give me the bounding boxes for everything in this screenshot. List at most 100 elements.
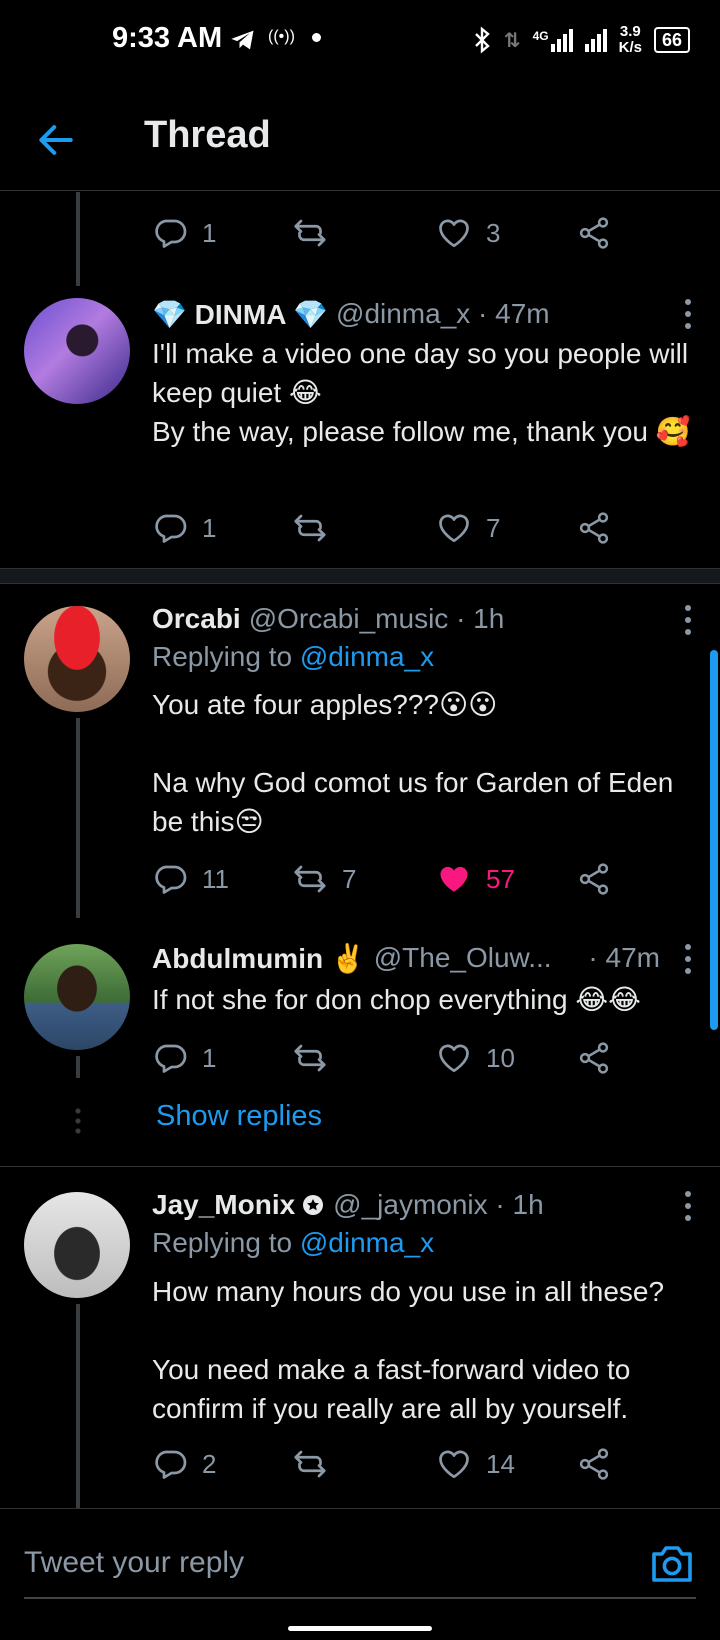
retweet-button[interactable] (292, 1036, 342, 1080)
replying-to-link[interactable]: @dinma_x (300, 1227, 434, 1258)
heart-icon (436, 1446, 472, 1482)
thread-dots (75, 1106, 81, 1134)
share-button[interactable] (576, 1036, 612, 1080)
replying-to: Replying to @dinma_x (152, 1227, 435, 1258)
data-arrows-icon: ⇅ (503, 29, 521, 52)
composer-underline (24, 1597, 696, 1599)
tweet-header: Jay_Monix @_jaymonix · 1h (152, 1185, 700, 1225)
share-icon (576, 861, 612, 897)
like-button[interactable]: 3 (436, 211, 500, 255)
back-arrow-icon[interactable] (34, 118, 78, 162)
avatar[interactable] (24, 606, 130, 712)
telegram-icon (231, 30, 254, 50)
reply-button[interactable]: 2 (152, 1442, 216, 1486)
camera-icon[interactable] (648, 1540, 696, 1588)
reply-icon (152, 510, 188, 546)
signal-icon: 4G (532, 28, 607, 52)
tweet-actions: 1 7 (152, 506, 622, 550)
more-options-icon[interactable] (682, 942, 694, 976)
handle-time: @_jaymonix · 1h (333, 1189, 544, 1220)
scrollbar[interactable] (710, 650, 718, 1030)
display-name[interactable]: 💎 DINMA 💎 (152, 298, 328, 331)
heart-icon (436, 1040, 472, 1076)
retweet-icon (292, 510, 328, 546)
thread-line (76, 718, 80, 918)
retweet-button[interactable] (292, 211, 342, 255)
handle-time: @dinma_x · 47m (336, 298, 550, 329)
retweet-icon (292, 1446, 328, 1482)
section-divider (0, 568, 720, 584)
like-button[interactable]: 10 (436, 1036, 515, 1080)
retweet-button[interactable] (292, 1442, 342, 1486)
like-button[interactable]: 14 (436, 1442, 515, 1486)
tweet-actions: 1 3 (152, 211, 622, 255)
more-options-icon[interactable] (682, 297, 694, 331)
network-type: 4G (532, 28, 549, 43)
reply-button[interactable]: 1 (152, 1036, 216, 1080)
tweet-actions: 1 10 (152, 1036, 622, 1080)
share-button[interactable] (576, 506, 612, 550)
notification-dot-icon (312, 33, 321, 42)
like-button[interactable]: 57 (436, 857, 515, 901)
show-replies-link[interactable]: Show replies (156, 1100, 322, 1133)
tweet-time: · 47m (588, 942, 660, 973)
status-bar: 9:33 AM ((•)) ⇅ 4G 3.9 K/s 66 (0, 0, 720, 80)
avatar[interactable] (24, 1192, 130, 1298)
tweet-actions: 2 14 (152, 1442, 622, 1486)
display-name[interactable]: Jay_Monix (152, 1189, 295, 1221)
reply-composer: Tweet your reply (0, 1510, 720, 1630)
tweet-text: You ate four apples???😮😮 Na why God como… (152, 689, 674, 837)
share-icon (576, 215, 612, 251)
heart-icon (436, 215, 472, 251)
net-speed: 3.9 K/s (618, 23, 642, 56)
retweet-icon (292, 861, 328, 897)
avatar[interactable] (24, 944, 130, 1050)
more-options-icon[interactable] (682, 1189, 694, 1223)
badge-icon (303, 1195, 324, 1215)
share-icon (576, 1040, 612, 1076)
share-button[interactable] (576, 1442, 612, 1486)
display-name[interactable]: Orcabi (152, 603, 241, 635)
retweet-icon (292, 1040, 328, 1076)
heart-icon (436, 510, 472, 546)
replying-to-link[interactable]: @dinma_x (300, 641, 434, 672)
thread-header: Thread (0, 90, 720, 191)
composer-divider (0, 1508, 720, 1509)
thread-line (76, 192, 80, 286)
heart-filled-icon (436, 861, 472, 897)
tweet-text: How many hours do you use in all these? … (152, 1276, 665, 1424)
tweet-header: Abdulmumin ✌️ @The_Oluw... · 47m (152, 938, 660, 978)
avatar[interactable] (24, 298, 130, 404)
share-icon (576, 510, 612, 546)
replying-to: Replying to @dinma_x (152, 641, 435, 672)
thread-line (76, 1304, 80, 1508)
status-right: ⇅ 4G 3.9 K/s 66 (472, 22, 690, 58)
status-time: 9:33 AM (112, 22, 223, 54)
like-button[interactable]: 7 (436, 506, 500, 550)
reply-icon (152, 215, 188, 251)
more-options-icon[interactable] (682, 603, 694, 637)
retweet-button[interactable]: 7 (292, 857, 356, 901)
reply-input[interactable]: Tweet your reply (24, 1546, 244, 1580)
share-button[interactable] (576, 857, 612, 901)
tweet-text: I'll make a video one day so you people … (152, 338, 691, 447)
reply-button[interactable]: 11 (152, 857, 229, 901)
reply-icon (152, 1446, 188, 1482)
handle: @The_Oluw... (373, 942, 552, 973)
home-indicator[interactable] (288, 1626, 432, 1631)
retweet-icon (292, 215, 328, 251)
thread-line (76, 1056, 80, 1078)
page-title: Thread (144, 114, 271, 156)
display-name[interactable]: Abdulmumin ✌️ (152, 942, 366, 975)
tweet-text: If not she for don chop everything 😂😂 (152, 984, 641, 1015)
share-icon (576, 1446, 612, 1482)
handle-time: @Orcabi_music · 1h (248, 603, 505, 634)
tweet-header: Orcabi @Orcabi_music · 1h (152, 599, 700, 639)
share-button[interactable] (576, 211, 612, 255)
reply-button[interactable]: 1 (152, 506, 216, 550)
reply-icon (152, 861, 188, 897)
retweet-button[interactable] (292, 506, 342, 550)
hotspot-icon: ((•)) (268, 28, 295, 45)
battery-icon: 66 (653, 27, 690, 53)
reply-button[interactable]: 1 (152, 211, 216, 255)
